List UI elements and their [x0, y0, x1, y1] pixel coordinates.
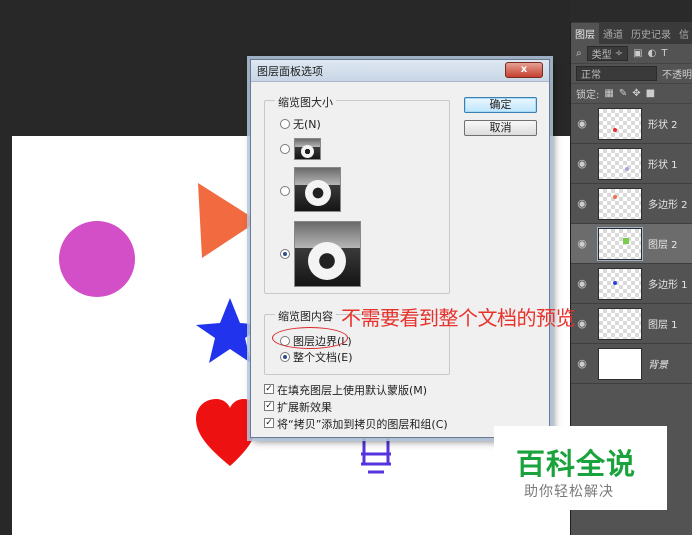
- layer-row[interactable]: ◉ 多边形 2: [571, 184, 692, 224]
- annotation-text: 不需要看到整个文档的预览: [341, 306, 576, 330]
- eye-icon[interactable]: ◉: [571, 357, 593, 370]
- layer-row-background[interactable]: ◉ 背景: [571, 344, 692, 384]
- checkbox-copy-groups[interactable]: ✓: [264, 418, 274, 428]
- layer-row[interactable]: ◉ 图层 1: [571, 304, 692, 344]
- blend-mode-select[interactable]: 正常: [576, 66, 657, 81]
- eye-icon[interactable]: ◉: [571, 277, 593, 290]
- layer-name: 多边形 1: [648, 280, 688, 291]
- tab-info[interactable]: 信: [675, 23, 692, 44]
- tab-channels[interactable]: 通道: [599, 23, 627, 44]
- watermark-title: 百科全说: [516, 447, 637, 481]
- layer-row[interactable]: ◉ 多边形 1: [571, 264, 692, 304]
- lock-all-icon[interactable]: ■: [646, 88, 655, 99]
- lock-row: 锁定: ▦ ✎ ✥ ■: [571, 84, 692, 104]
- watermark-subtitle: 助你轻松解决: [524, 484, 614, 500]
- layer-name: 图层 1: [648, 320, 678, 331]
- pink-circle-shape[interactable]: [59, 221, 135, 297]
- layer-name: 背景: [648, 360, 668, 371]
- layer-name: 形状 1: [648, 160, 678, 171]
- layer-thumbnail: [598, 307, 642, 340]
- checkbox-expand-effects[interactable]: ✓: [264, 401, 274, 411]
- radio-none[interactable]: [280, 119, 290, 129]
- dialog-titlebar[interactable]: 图层面板选项 x: [251, 60, 549, 82]
- thumb-content-dot: [623, 237, 629, 244]
- layer-row[interactable]: ◉ 形状 2: [571, 104, 692, 144]
- layer-thumbnail: [598, 267, 642, 300]
- ok-button[interactable]: 确定: [464, 97, 537, 113]
- radio-entire-document[interactable]: [280, 352, 290, 362]
- search-icon: ⌕: [576, 48, 582, 59]
- lightbulb-shape[interactable]: [361, 438, 391, 474]
- eye-icon[interactable]: ◉: [571, 117, 593, 130]
- panel-tabs: 图层 通道 历史记录 信: [571, 22, 692, 44]
- type-filter-icon[interactable]: T: [661, 48, 667, 59]
- dialog-title: 图层面板选项: [257, 64, 323, 78]
- thumb-content-dot: [625, 166, 629, 171]
- checkbox-default-masks-label[interactable]: 在填充图层上使用默认蒙版(M): [277, 382, 427, 398]
- small-thumbnail-preview[interactable]: [294, 138, 321, 160]
- layer-thumbnail: [598, 187, 642, 220]
- orange-triangle-shape[interactable]: [198, 183, 258, 258]
- option-entire-document-label[interactable]: 整个文档(E): [293, 349, 353, 365]
- filter-type-label: 类型: [591, 50, 612, 61]
- checkbox-expand-effects-label[interactable]: 扩展新效果: [277, 399, 332, 415]
- close-button[interactable]: x: [505, 62, 543, 78]
- radio-small-thumb[interactable]: [280, 144, 290, 154]
- filter-type-select[interactable]: 类型 ÷: [586, 46, 629, 61]
- layer-thumbnail: [598, 107, 642, 140]
- image-filter-icon[interactable]: ▣: [633, 48, 642, 59]
- layer-name: 形状 2: [648, 120, 678, 131]
- layer-row[interactable]: ◉ 形状 1: [571, 144, 692, 184]
- layer-row-selected[interactable]: ◉ 图层 2: [571, 224, 692, 264]
- eye-icon[interactable]: ◉: [571, 197, 593, 210]
- layer-filter-row: ⌕ 类型 ÷ ▣ ◐ T: [571, 44, 692, 64]
- lock-move-icon[interactable]: ✥: [632, 88, 640, 99]
- layer-name: 图层 2: [648, 240, 678, 251]
- thumbnail-size-group: 缩览图大小 无(N): [264, 94, 450, 294]
- tab-layers[interactable]: 图层: [571, 23, 599, 44]
- checkbox-copy-groups-label[interactable]: 将“拷贝”添加到拷贝的图层和组(C): [277, 416, 448, 432]
- thumb-content-dot: [613, 194, 617, 199]
- radio-large-thumb[interactable]: [280, 249, 290, 259]
- lock-paint-icon[interactable]: ✎: [619, 88, 627, 99]
- option-none-label[interactable]: 无(N): [293, 116, 321, 132]
- blend-mode-label: 正常: [581, 70, 601, 81]
- thumbnail-size-legend: 缩览图大小: [275, 94, 336, 110]
- radio-medium-thumb[interactable]: [280, 186, 290, 196]
- checkbox-default-masks[interactable]: ✓: [264, 384, 274, 394]
- layers-panel-options-dialog: 图层面板选项 x 缩览图大小 无(N) 确定 取消 缩览图内容 图层边界(L) …: [250, 59, 550, 438]
- red-heart-shape[interactable]: [196, 399, 258, 466]
- blend-row: 正常 不透明: [571, 64, 692, 84]
- layer-thumbnail: [598, 147, 642, 180]
- cancel-button[interactable]: 取消: [464, 120, 537, 136]
- thumbnail-content-legend: 缩览图内容: [275, 308, 336, 324]
- eye-icon[interactable]: ◉: [571, 237, 593, 250]
- thumb-content-dot: [613, 127, 617, 132]
- adjust-filter-icon[interactable]: ◐: [648, 48, 657, 59]
- lock-label: 锁定:: [576, 90, 600, 101]
- tab-history[interactable]: 历史记录: [627, 23, 675, 44]
- lock-transparency-icon[interactable]: ▦: [604, 88, 613, 99]
- eye-icon[interactable]: ◉: [571, 157, 593, 170]
- annotation-ellipse: [272, 327, 348, 349]
- thumb-content-dot: [613, 280, 617, 285]
- layer-thumbnail: [597, 226, 643, 261]
- layer-name: 多边形 2: [648, 200, 688, 211]
- watermark-logo: 百科全说 助你轻松解决: [494, 426, 667, 510]
- medium-thumbnail-preview[interactable]: [294, 167, 341, 212]
- large-thumbnail-preview[interactable]: [294, 221, 361, 287]
- layer-thumbnail: [598, 347, 642, 380]
- opacity-label: 不透明: [662, 70, 692, 81]
